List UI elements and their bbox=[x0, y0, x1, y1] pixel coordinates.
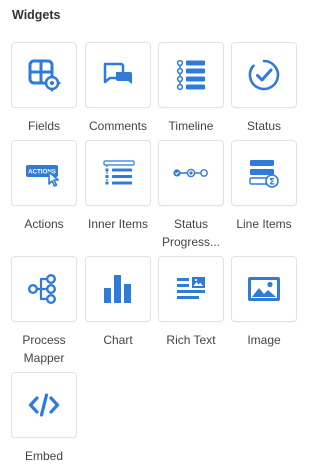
widget-tile-box bbox=[11, 42, 77, 108]
widget-status[interactable]: Status bbox=[231, 42, 297, 135]
widget-tile-box: ACTIONS bbox=[11, 140, 77, 206]
status-progress-icon bbox=[173, 168, 208, 178]
widgets-panel: Widgets Fields Comments Timeline Status … bbox=[0, 0, 309, 476]
widget-comments[interactable]: Comments bbox=[85, 42, 151, 135]
widget-actions[interactable]: ACTIONS Actions bbox=[11, 140, 77, 233]
widget-tile-box bbox=[85, 140, 151, 206]
widget-tile-box bbox=[11, 372, 77, 438]
chart-icon bbox=[104, 275, 131, 303]
widget-tile-box bbox=[158, 42, 224, 108]
widget-label: Comments bbox=[88, 119, 147, 133]
widget-tile-box: Σ bbox=[231, 140, 297, 206]
widget-label: Timeline bbox=[168, 119, 214, 133]
widget-inner-items[interactable]: Inner Items bbox=[85, 140, 151, 233]
widget-image[interactable]: Image bbox=[231, 256, 297, 349]
image-icon bbox=[248, 277, 280, 301]
widget-label: Process Mapper bbox=[22, 333, 66, 365]
widget-label: Line Items bbox=[236, 217, 292, 231]
timeline-icon bbox=[176, 59, 205, 91]
process-mapper-icon bbox=[28, 274, 57, 305]
widget-timeline[interactable]: Timeline bbox=[158, 42, 224, 135]
fields-icon bbox=[28, 59, 61, 92]
widget-line-items[interactable]: Σ Line Items bbox=[231, 140, 297, 233]
widget-label: Actions bbox=[24, 217, 64, 231]
embed-icon bbox=[28, 393, 60, 417]
rich-text-icon bbox=[177, 277, 205, 299]
actions-icon: ACTIONS bbox=[26, 165, 59, 187]
widget-label: Status Progress... bbox=[161, 217, 221, 249]
line-items-icon: Σ bbox=[249, 160, 279, 188]
widget-rich-text[interactable]: Rich Text bbox=[158, 256, 224, 349]
widget-tile-box bbox=[231, 42, 297, 108]
widget-tile-box bbox=[231, 256, 297, 322]
comments-icon bbox=[103, 62, 132, 84]
widget-tile-box bbox=[158, 140, 224, 206]
widget-fields[interactable]: Fields bbox=[11, 42, 77, 135]
widget-label: Status bbox=[246, 119, 282, 133]
widget-tile-box bbox=[158, 256, 224, 322]
widget-tile-box bbox=[11, 256, 77, 322]
line-items-icon-text: Σ bbox=[269, 177, 275, 187]
widget-chart[interactable]: Chart bbox=[85, 256, 151, 349]
widget-status-progress[interactable]: Status Progress... bbox=[158, 140, 224, 251]
widget-embed[interactable]: Embed bbox=[11, 372, 77, 465]
widget-label: Inner Items bbox=[87, 217, 149, 231]
widget-tile-box bbox=[85, 42, 151, 108]
widget-label: Chart bbox=[103, 333, 133, 347]
widget-label: Fields bbox=[27, 119, 60, 133]
panel-title: Widgets bbox=[12, 8, 61, 22]
widget-tile-box bbox=[85, 256, 151, 322]
widget-label: Image bbox=[247, 333, 281, 347]
widget-process-mapper[interactable]: Process Mapper bbox=[11, 256, 77, 367]
status-icon bbox=[248, 59, 280, 91]
inner-items-icon bbox=[103, 160, 135, 185]
widget-label: Rich Text bbox=[166, 333, 216, 347]
widget-label: Embed bbox=[24, 449, 64, 463]
